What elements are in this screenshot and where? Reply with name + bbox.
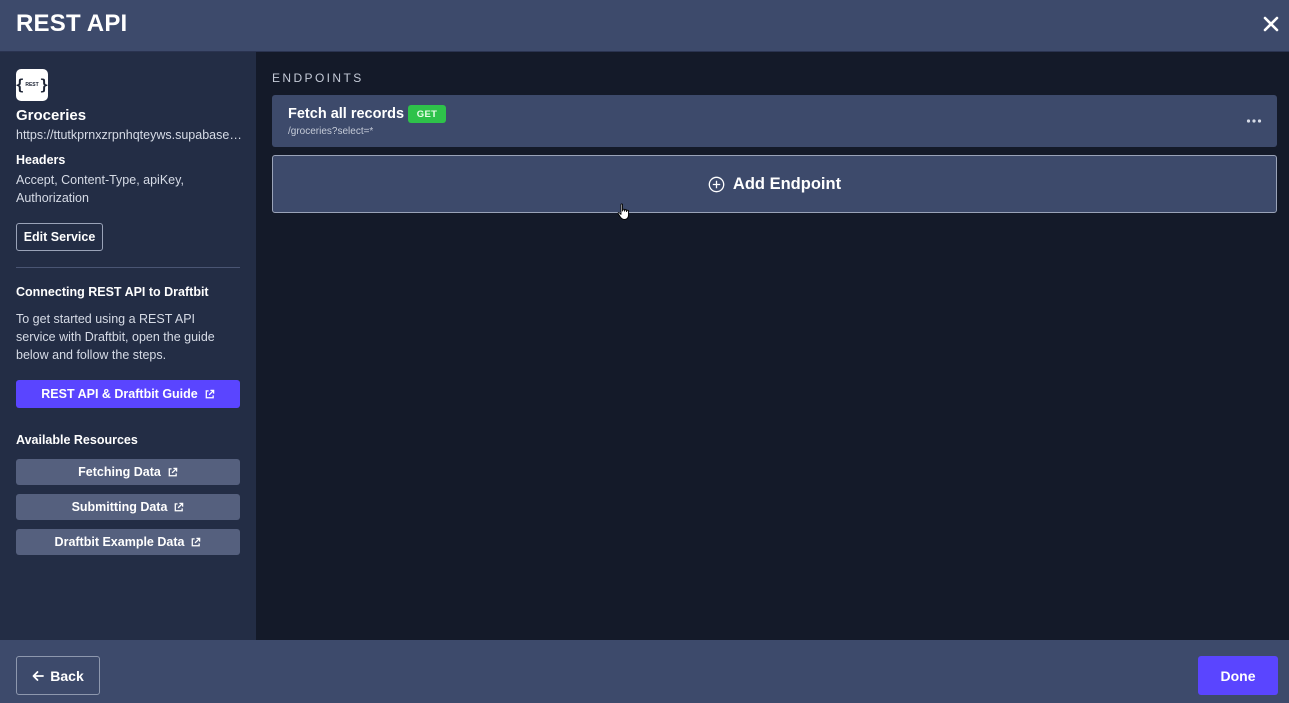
endpoint-row[interactable]: Fetch all records GET /groceries?select=… <box>272 95 1277 147</box>
back-button[interactable]: Back <box>16 656 100 695</box>
method-badge: GET <box>408 105 446 123</box>
resource-submitting-data-button[interactable]: Submitting Data <box>16 494 240 520</box>
external-link-icon <box>205 389 215 398</box>
plus-circle-icon <box>708 176 725 192</box>
endpoints-section-label: ENDPOINTS <box>272 71 364 85</box>
connect-body: To get started using a REST API service … <box>16 312 215 362</box>
service-url: https://ttutkprnxzrpnhqteyws.supabase.co… <box>16 128 242 142</box>
guide-button-label: REST API & Draftbit Guide <box>41 387 198 401</box>
sidebar-divider <box>16 267 240 268</box>
service-name: Groceries <box>16 107 87 124</box>
arrow-left-icon <box>32 670 45 681</box>
service-sidebar: {REST} Groceries https://ttutkprnxzrpnhq… <box>0 52 256 640</box>
rest-logo-icon: {REST} <box>15 69 49 101</box>
resources-title: Available Resources <box>16 433 138 447</box>
edit-service-button[interactable]: Edit Service <box>16 223 103 251</box>
add-endpoint-label: Add Endpoint <box>732 174 842 193</box>
modal-header: REST API <box>0 0 1289 52</box>
modal-footer: Back Done <box>0 640 1289 703</box>
close-icon[interactable] <box>1261 14 1281 34</box>
external-link-icon <box>168 467 178 476</box>
done-button[interactable]: Done <box>1198 656 1278 695</box>
connect-title: Connecting REST API to Draftbit <box>16 285 209 299</box>
external-link-icon <box>175 502 184 511</box>
resource-label: Fetching Data <box>78 465 161 479</box>
resource-example-data-button[interactable]: Draftbit Example Data <box>16 529 240 555</box>
resource-label: Submitting Data <box>71 500 168 514</box>
modal-title: REST API <box>16 10 128 37</box>
endpoint-path: /groceries?select=* <box>288 126 374 137</box>
resource-label: Draftbit Example Data <box>54 535 185 549</box>
guide-button[interactable]: REST API & Draftbit Guide <box>16 380 240 408</box>
headers-title: Headers <box>16 153 66 167</box>
external-link-icon <box>192 537 201 546</box>
back-button-label: Back <box>50 667 84 684</box>
endpoint-name: Fetch all records <box>288 106 405 122</box>
add-endpoint-button[interactable]: Add Endpoint <box>272 155 1277 213</box>
more-options-icon[interactable] <box>1245 112 1263 130</box>
resource-fetching-data-button[interactable]: Fetching Data <box>16 459 240 485</box>
pointer-cursor-icon <box>617 203 629 220</box>
endpoints-panel: ENDPOINTS Fetch all records GET /groceri… <box>256 52 1289 640</box>
headers-list: Accept, Content-Type, apiKey, Authorizat… <box>16 173 184 205</box>
